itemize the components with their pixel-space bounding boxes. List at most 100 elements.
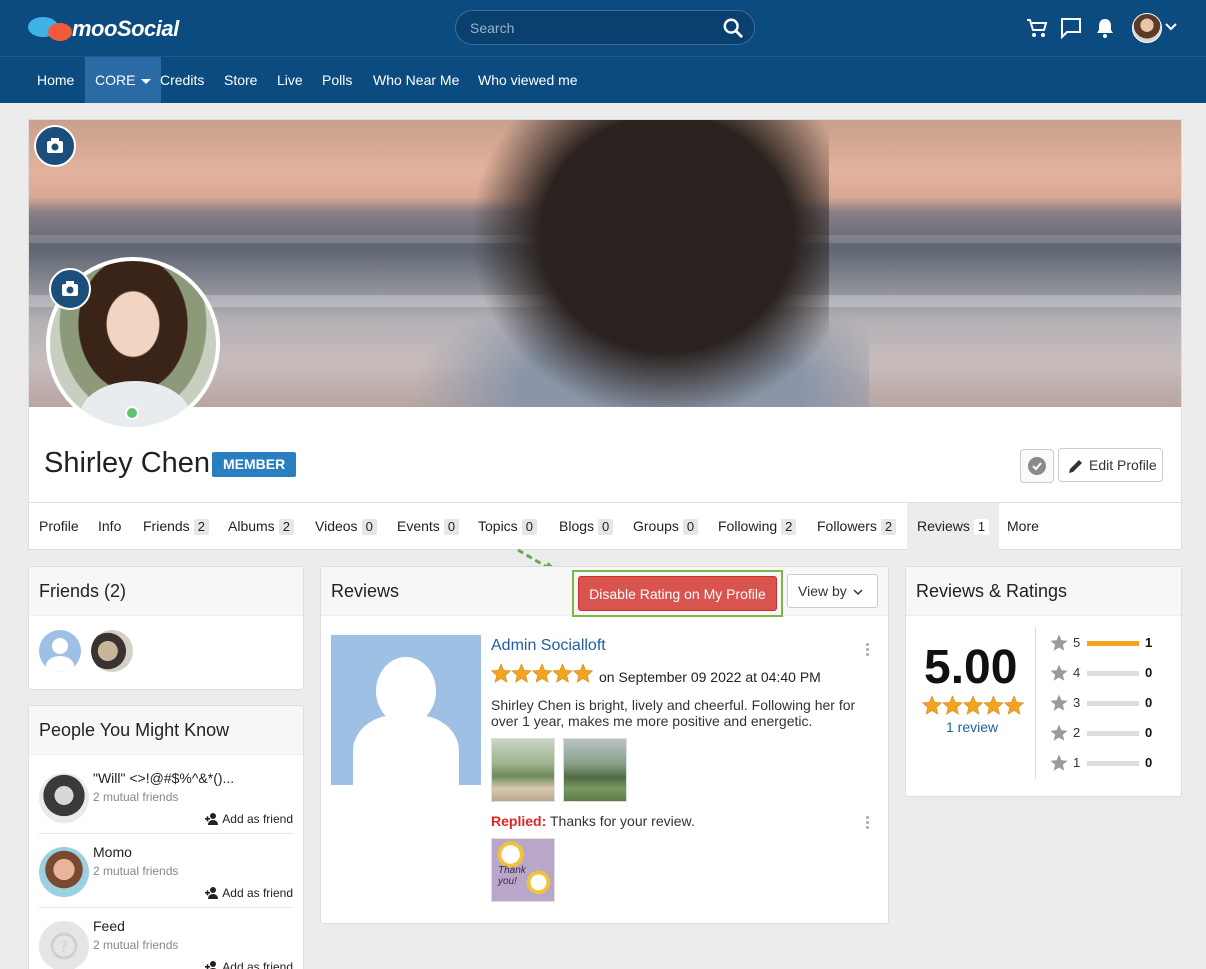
logo[interactable]: mooSocial	[28, 14, 179, 44]
tab-count: 0	[682, 519, 699, 535]
friend-avatar[interactable]	[91, 630, 133, 672]
rating-count: 0	[1145, 695, 1153, 710]
tab-info[interactable]: Info	[88, 503, 131, 550]
top-bar: mooSocial	[0, 0, 1206, 56]
tab-count: 0	[598, 519, 614, 535]
mutual-friends: 2 mutual friends	[93, 790, 179, 804]
reply-menu-icon[interactable]	[866, 816, 870, 831]
review-stars	[491, 663, 594, 683]
tab-label: Groups	[633, 518, 679, 534]
tab-label: Videos	[315, 518, 358, 534]
tab-videos[interactable]: Videos 0	[305, 503, 387, 550]
nav-polls[interactable]: Polls	[312, 57, 362, 103]
star-icon	[1050, 724, 1068, 741]
nav-who-near-me[interactable]: Who Near Me	[363, 57, 469, 103]
reply-photo[interactable]: Thank you!	[491, 838, 555, 902]
reviews-panel: Reviews Disable Rating on My Profile Vie…	[320, 566, 889, 924]
user-avatar[interactable]	[1132, 13, 1162, 43]
divider	[1035, 627, 1036, 779]
reviewer-avatar[interactable]	[331, 635, 481, 785]
verify-button[interactable]	[1020, 449, 1054, 483]
tab-more[interactable]: More	[997, 503, 1049, 550]
person-name[interactable]: Momo	[93, 844, 132, 860]
tab-groups[interactable]: Groups 0	[623, 503, 708, 550]
person-avatar[interactable]	[39, 847, 89, 897]
tab-label: Topics	[478, 518, 518, 534]
tab-label: Blogs	[559, 518, 595, 534]
star-icon	[552, 663, 573, 683]
nav-credits[interactable]: Credits	[150, 57, 214, 103]
tab-albums[interactable]: Albums 2	[218, 503, 304, 550]
tab-profile[interactable]: Profile	[29, 503, 89, 550]
view-by-dropdown[interactable]: View by	[787, 574, 878, 608]
person-avatar[interactable]: ?	[39, 921, 89, 969]
edit-profile-button[interactable]: Edit Profile	[1058, 448, 1163, 482]
nav-live[interactable]: Live	[267, 57, 313, 103]
rating-count: 1	[1145, 635, 1153, 650]
nav-who-viewed-me[interactable]: Who viewed me	[468, 57, 588, 103]
bell-icon[interactable]	[1093, 16, 1117, 40]
person-name[interactable]: "Will" <>!@#$%^&*()...	[93, 770, 234, 786]
add-friend-label: Add as friend	[222, 812, 293, 826]
replied-label: Replied:	[491, 813, 547, 829]
ratings-panel: Reviews & Ratings 5.00 1 review 51403020…	[905, 566, 1182, 797]
add-user-icon	[205, 887, 219, 899]
camera-icon	[47, 138, 63, 153]
friend-avatar[interactable]	[39, 630, 81, 672]
avatar-camera-button[interactable]	[49, 268, 91, 310]
add-friend-button[interactable]: Add as friend	[205, 812, 293, 826]
person-name[interactable]: Feed	[93, 918, 125, 934]
tab-following[interactable]: Following 2	[708, 503, 806, 550]
cart-icon[interactable]	[1025, 16, 1049, 40]
search-input[interactable]	[470, 19, 710, 37]
pymk-item: "Will" <>!@#$%^&*()... 2 mutual friends …	[39, 760, 293, 834]
chevron-down-icon[interactable]	[1164, 20, 1178, 34]
disable-rating-button[interactable]: Disable Rating on My Profile	[578, 576, 777, 611]
star-icon	[572, 663, 594, 683]
tab-label: Reviews	[917, 518, 970, 534]
svg-text:?: ?	[60, 937, 69, 956]
tab-reviews[interactable]: Reviews 1	[907, 503, 1000, 550]
cover-camera-button[interactable]	[34, 125, 76, 167]
rating-row: 51	[1049, 633, 1169, 653]
tab-count: 0	[443, 519, 460, 535]
tab-friends[interactable]: Friends 2	[133, 503, 219, 550]
nav-home[interactable]: Home	[27, 57, 84, 103]
rating-level: 2	[1073, 725, 1081, 740]
tab-topics[interactable]: Topics 0	[468, 503, 547, 550]
star-icon	[1050, 664, 1068, 681]
tab-label: Followers	[817, 518, 877, 534]
rating-bar	[1087, 701, 1139, 706]
chevron-down-icon	[853, 589, 863, 596]
rating-level: 1	[1073, 755, 1081, 770]
review-menu-icon[interactable]	[866, 643, 870, 658]
rating-row: 20	[1049, 723, 1169, 743]
chat-icon[interactable]	[1059, 16, 1083, 40]
star-icon	[491, 663, 512, 683]
person-avatar[interactable]	[39, 773, 89, 823]
rating-row: 40	[1049, 663, 1169, 683]
average-stars	[922, 695, 1025, 715]
reviewer-name[interactable]: Admin Socialloft	[491, 637, 606, 655]
star-icon	[1050, 694, 1068, 711]
add-friend-label: Add as friend	[222, 960, 293, 969]
tab-label: Friends	[143, 518, 190, 534]
tab-blogs[interactable]: Blogs 0	[549, 503, 623, 550]
review-photo[interactable]	[491, 738, 555, 802]
review-count-link[interactable]: 1 review	[946, 719, 998, 735]
star-icon	[1003, 695, 1025, 715]
tab-events[interactable]: Events 0	[387, 503, 469, 550]
average-score: 5.00	[924, 641, 1018, 694]
people-you-might-know-panel: People You Might Know "Will" <>!@#$%^&*(…	[28, 705, 304, 969]
rating-count: 0	[1145, 755, 1153, 770]
rating-bar	[1087, 641, 1139, 646]
tab-label: More	[1007, 518, 1039, 534]
pymk-title: People You Might Know	[39, 720, 230, 740]
add-friend-label: Add as friend	[222, 886, 293, 900]
search-icon[interactable]	[722, 17, 744, 39]
nav-store[interactable]: Store	[214, 57, 267, 103]
add-friend-button[interactable]: Add as friend	[205, 886, 293, 900]
add-friend-button[interactable]: Add as friend	[205, 960, 293, 969]
tab-followers[interactable]: Followers 2	[807, 503, 906, 550]
review-photo[interactable]	[563, 738, 627, 802]
